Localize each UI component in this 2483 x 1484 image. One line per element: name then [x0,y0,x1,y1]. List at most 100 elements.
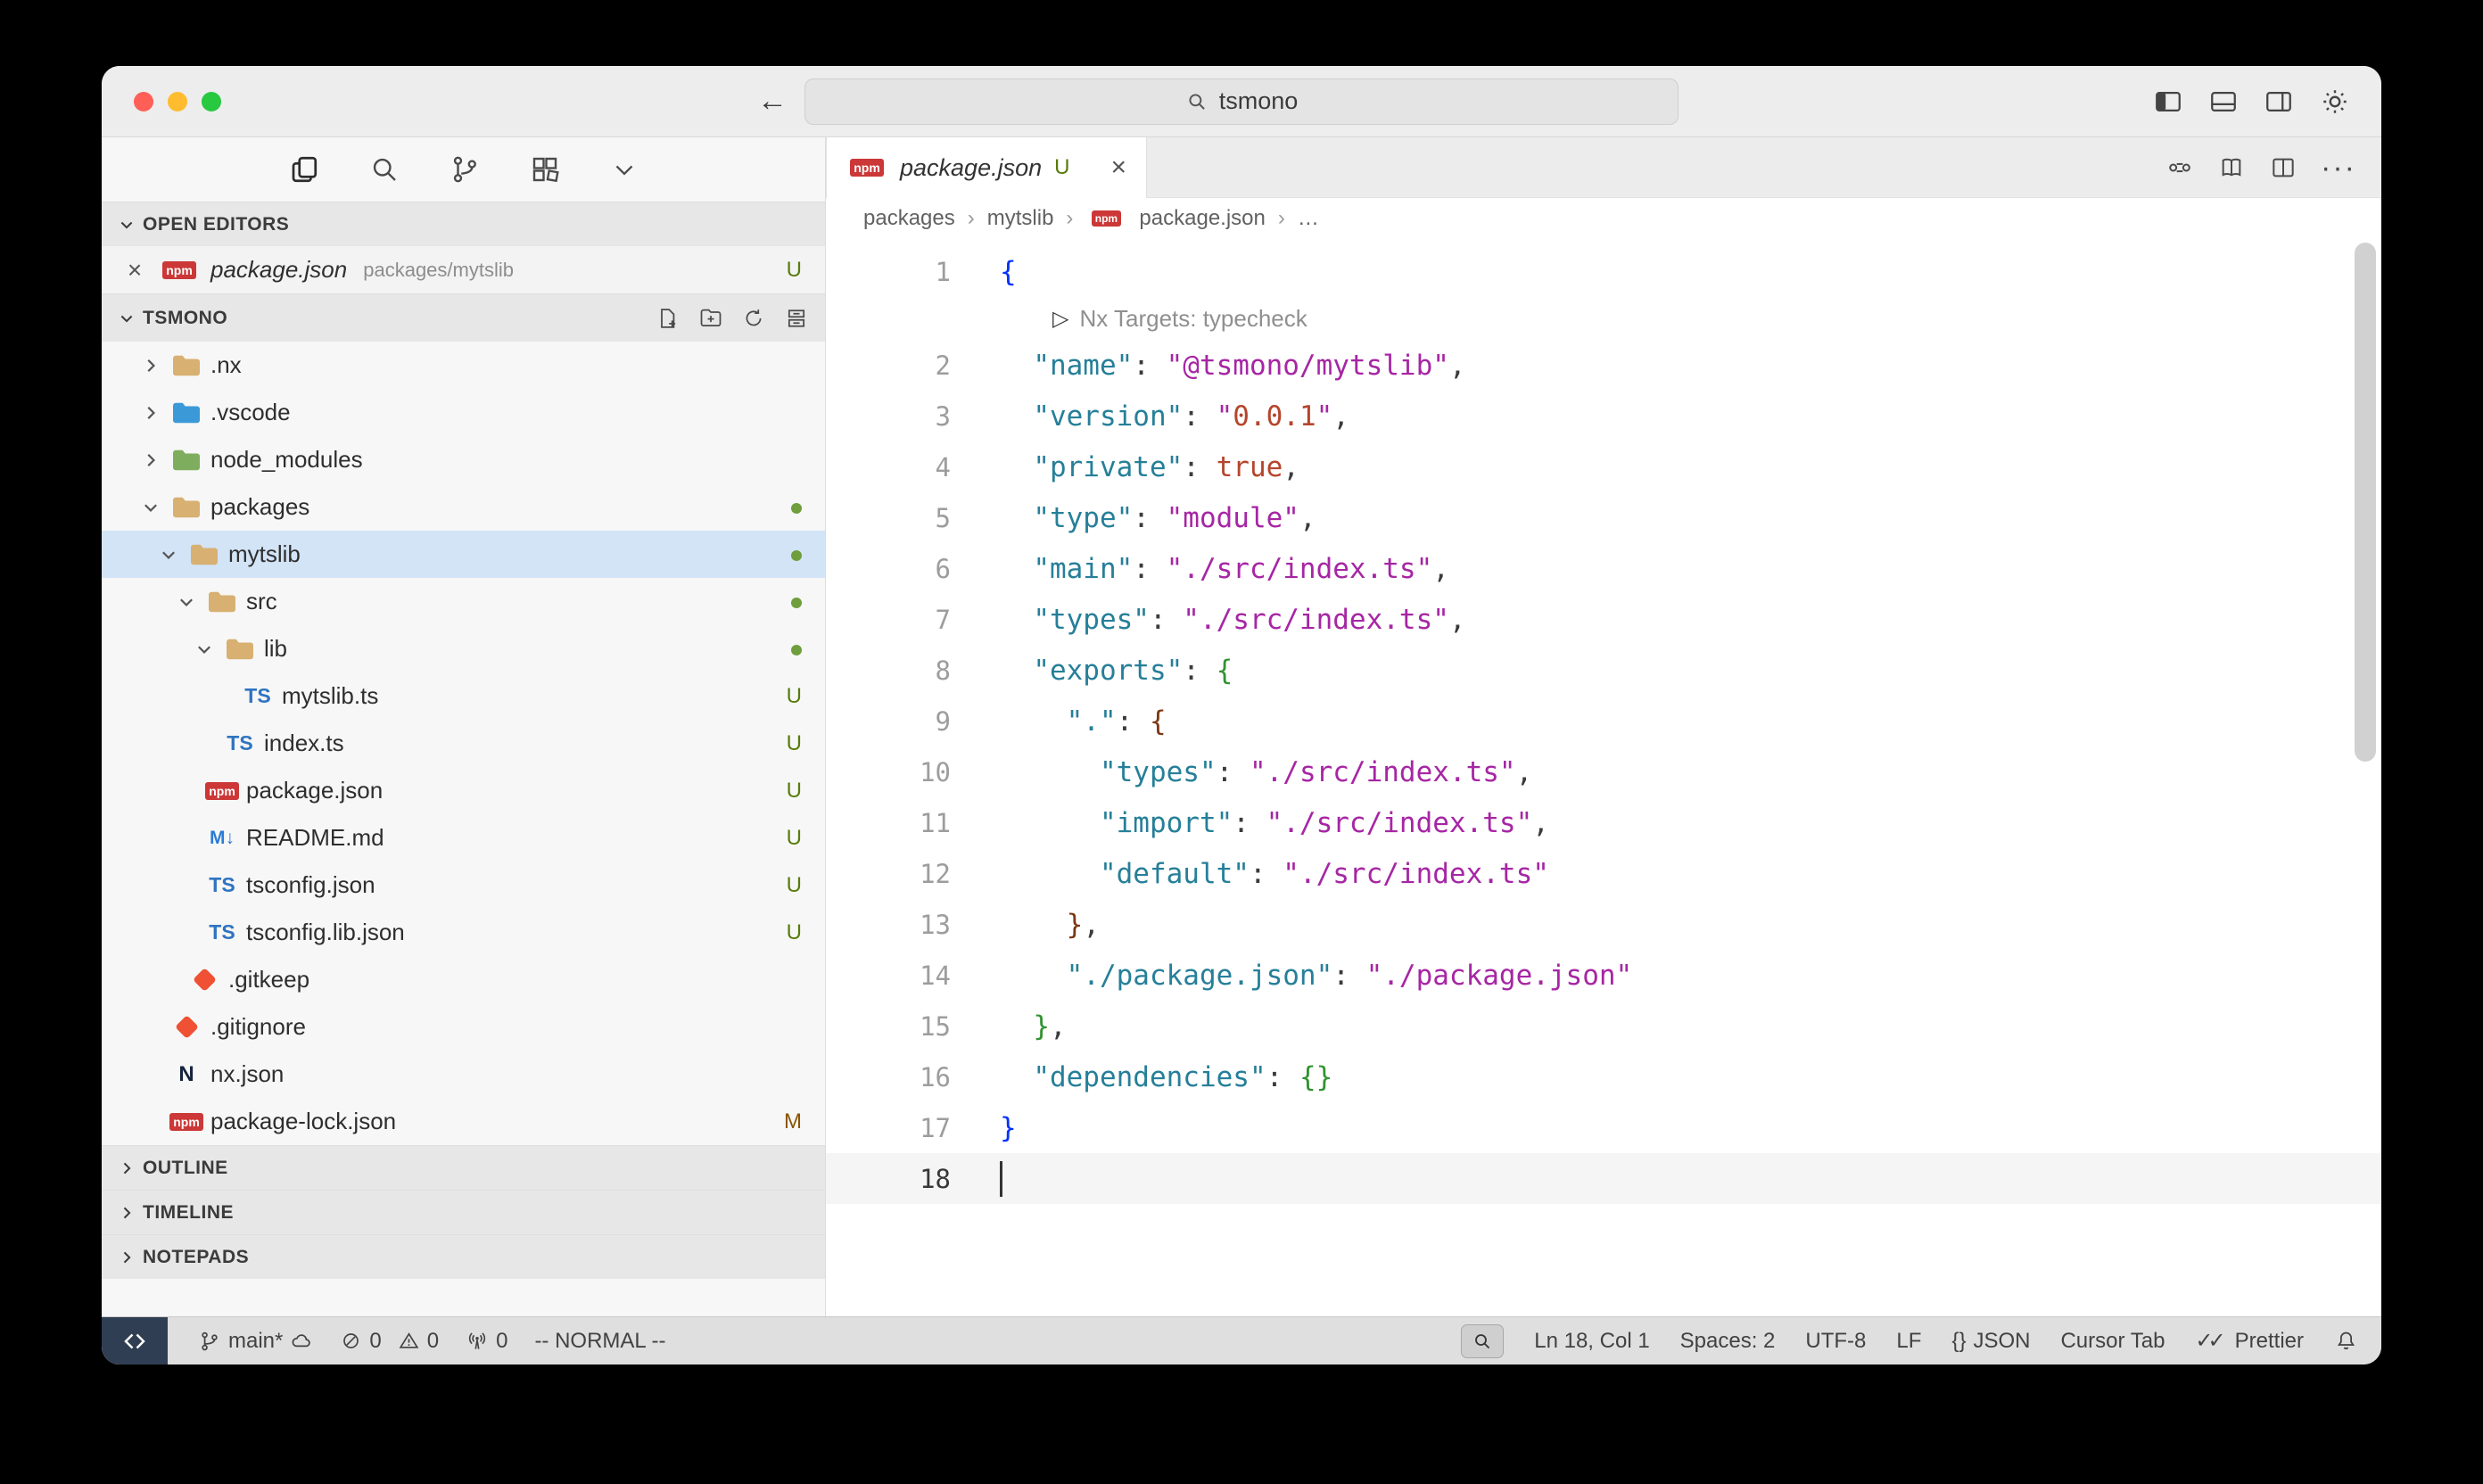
chevron-down-icon[interactable] [171,592,202,612]
tree-item-mytslib[interactable]: mytslib [102,531,825,578]
tree-item-readme-md[interactable]: M↓README.mdU [102,814,825,862]
command-search-box[interactable]: tsmono [804,78,1679,125]
line-number[interactable]: 9 [826,706,951,737]
line-number[interactable]: 18 [826,1164,951,1194]
line-number[interactable]: 2 [826,350,951,381]
new-folder-icon[interactable] [698,306,723,331]
tree-item-mytslib-ts[interactable]: TSmytslib.tsU [102,672,825,720]
eol-status[interactable]: LF [1896,1329,1921,1354]
indentation-status[interactable]: Spaces: 2 [1680,1329,1776,1354]
zoom-window-button[interactable] [202,92,221,111]
tree-item-tsconfig-lib-json[interactable]: TStsconfig.lib.jsonU [102,909,825,956]
code-line-13[interactable]: 13}, [826,899,2381,950]
explorer-root-header[interactable]: TSMONO [102,293,825,342]
breadcrumb-packages[interactable]: packages [863,206,955,231]
tree-item--gitkeep[interactable]: .gitkeep [102,956,825,1003]
line-number[interactable]: 4 [826,452,951,482]
chevron-down-icon[interactable] [189,639,219,659]
chevron-down-icon[interactable] [136,498,166,517]
tree-item-package-lock-json[interactable]: npmpackage-lock.jsonM [102,1098,825,1145]
code-line-16[interactable]: 16"dependencies": {} [826,1051,2381,1102]
code-line-2[interactable]: 2"name": "@tsmono/mytslib", [826,340,2381,391]
encoding-status[interactable]: UTF-8 [1805,1329,1866,1354]
code-line-10[interactable]: 10"types": "./src/index.ts", [826,746,2381,797]
source-control-icon[interactable] [449,153,481,186]
code-line-3[interactable]: 3"version": "0.0.1", [826,391,2381,441]
new-file-icon[interactable] [656,306,681,331]
close-editor-icon[interactable]: × [121,256,148,284]
code-line-5[interactable]: 5"type": "module", [826,492,2381,543]
editor-scrollbar[interactable] [2355,243,2376,762]
line-number[interactable]: 17 [826,1113,951,1143]
line-number[interactable]: 10 [826,757,951,787]
code-line-14[interactable]: 14"./package.json": "./package.json" [826,950,2381,1001]
tree-item-lib[interactable]: lib [102,625,825,672]
chevron-right-icon[interactable] [136,356,166,375]
zoom-indicator-button[interactable] [1461,1324,1504,1358]
breadcrumb-mytslib[interactable]: mytslib [987,206,1054,231]
code-line-6[interactable]: 6"main": "./src/index.ts", [826,543,2381,594]
chevron-down-icon[interactable] [609,154,639,185]
more-actions-icon[interactable]: ··· [2321,159,2356,177]
line-number[interactable]: 6 [826,554,951,584]
code-line-18[interactable]: 18 [826,1153,2381,1204]
code-editor[interactable]: 1{ ▷ Nx Targets: typecheck 2"name": "@tsmon… [826,239,2381,1316]
tree-item--nx[interactable]: .nx [102,342,825,389]
line-number[interactable]: 16 [826,1062,951,1092]
git-branch-status[interactable]: main* [198,1329,313,1354]
open-changes-icon[interactable] [2165,153,2194,182]
notifications-bell-icon[interactable] [2334,1329,2358,1353]
open-editors-header[interactable]: OPEN EDITORS [102,202,825,246]
open-preview-icon[interactable] [2217,153,2246,182]
line-number[interactable]: 8 [826,655,951,686]
code-line-15[interactable]: 15}, [826,1001,2381,1051]
vim-mode-indicator[interactable]: -- NORMAL -- [534,1329,665,1354]
toggle-sidebar-right-icon[interactable] [2264,87,2294,117]
codelens-nx-targets[interactable]: ▷ Nx Targets: typecheck [826,297,2381,340]
run-triangle-icon[interactable]: ▷ [1052,306,1068,332]
line-number[interactable]: 12 [826,859,951,889]
explorer-files-icon[interactable] [288,153,320,186]
codelens-label[interactable]: Nx Targets: typecheck [1079,305,1307,333]
tree-item-node-modules[interactable]: node_modules [102,436,825,483]
cursor-tab-status[interactable]: Cursor Tab [2060,1329,2165,1354]
language-mode-status[interactable]: {} JSON [1951,1329,2030,1354]
code-line-8[interactable]: 8"exports": { [826,645,2381,696]
tree-item-index-ts[interactable]: TSindex.tsU [102,720,825,767]
code-line-4[interactable]: 4"private": true, [826,441,2381,492]
chevron-right-icon[interactable] [136,450,166,470]
remote-indicator-button[interactable] [102,1317,168,1365]
breadcrumb-more[interactable]: … [1298,206,1319,231]
back-button[interactable]: ← [757,84,788,119]
tree-item--gitignore[interactable]: .gitignore [102,1003,825,1051]
search-panel-icon[interactable] [368,153,400,186]
ports-status[interactable]: 0 [466,1329,507,1354]
line-number[interactable]: 14 [826,960,951,991]
tree-item-package-json[interactable]: npmpackage.jsonU [102,767,825,814]
settings-gear-icon[interactable] [2319,86,2351,118]
problems-status[interactable]: 0 0 [340,1329,439,1354]
code-line-1[interactable]: 1{ [826,246,2381,297]
timeline-section-header[interactable]: TIMELINE [102,1190,825,1234]
refresh-icon[interactable] [741,306,766,331]
tab-package-json[interactable]: npm package.json U × [826,137,1147,198]
line-number[interactable]: 7 [826,605,951,635]
tree-item-packages[interactable]: packages [102,483,825,531]
tree-item--vscode[interactable]: .vscode [102,389,825,436]
line-number[interactable]: 15 [826,1011,951,1042]
extensions-icon[interactable] [529,153,561,186]
notepads-section-header[interactable]: NOTEPADS [102,1234,825,1279]
tree-item-nx-json[interactable]: Nnx.json [102,1051,825,1098]
code-line-11[interactable]: 11"import": "./src/index.ts", [826,797,2381,848]
split-editor-icon[interactable] [2269,153,2297,182]
breadcrumb-package-json[interactable]: package.json [1139,206,1265,231]
toggle-sidebar-left-icon[interactable] [2153,87,2183,117]
chevron-right-icon[interactable] [136,403,166,423]
outline-section-header[interactable]: OUTLINE [102,1145,825,1190]
toggle-panel-bottom-icon[interactable] [2208,87,2239,117]
collapse-folders-icon[interactable] [784,306,809,331]
code-line-17[interactable]: 17} [826,1102,2381,1153]
line-number[interactable]: 13 [826,910,951,940]
close-window-button[interactable] [134,92,153,111]
tree-item-tsconfig-json[interactable]: TStsconfig.jsonU [102,862,825,909]
